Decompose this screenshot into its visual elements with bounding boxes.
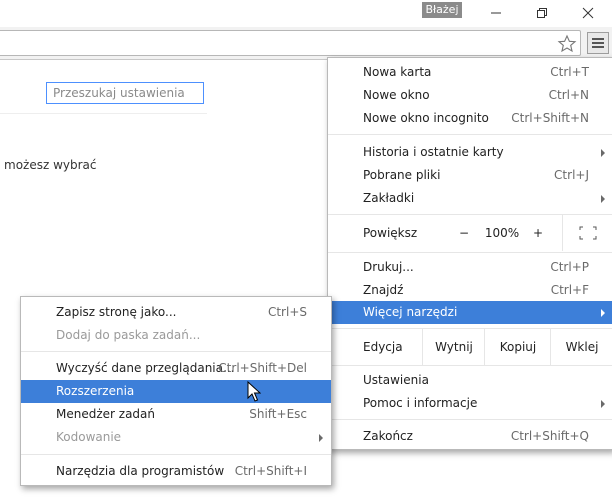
zoom-label: Powiększ bbox=[363, 226, 418, 240]
edit-label: Edycja bbox=[363, 340, 403, 354]
restore-icon bbox=[537, 8, 547, 18]
paste-button[interactable]: Wklej bbox=[550, 329, 612, 365]
chevron-right-icon bbox=[319, 434, 323, 442]
mouse-cursor-icon bbox=[247, 381, 261, 402]
chevron-right-icon bbox=[601, 149, 605, 157]
settings-search-input[interactable] bbox=[46, 82, 204, 104]
fullscreen-button[interactable] bbox=[562, 215, 612, 251]
menu-item-new-window[interactable]: Nowe okno Ctrl+N bbox=[328, 84, 612, 107]
chrome-menu-button[interactable] bbox=[587, 32, 609, 54]
zoom-out-button[interactable]: − bbox=[446, 215, 482, 251]
copy-button[interactable]: Kopiuj bbox=[484, 329, 551, 365]
zoom-level: 100% bbox=[484, 226, 520, 240]
menu-item-find[interactable]: Znajdź Ctrl+F bbox=[328, 279, 612, 302]
menu-separator bbox=[21, 351, 331, 352]
fullscreen-icon bbox=[579, 226, 597, 240]
menu-separator bbox=[328, 365, 612, 366]
cut-button[interactable]: Wytnij bbox=[422, 329, 485, 365]
zoom-in-button[interactable]: + bbox=[520, 215, 556, 251]
bookmark-star-icon[interactable] bbox=[557, 34, 577, 54]
menu-separator bbox=[328, 419, 612, 420]
chrome-main-menu: Nowa karta Ctrl+T Nowe okno Ctrl+N Nowe … bbox=[327, 57, 612, 450]
hamburger-icon bbox=[592, 38, 604, 48]
profile-badge[interactable]: Błażej bbox=[422, 2, 462, 18]
browser-toolbar bbox=[0, 27, 612, 60]
zoom-row: Powiększ − 100% + bbox=[328, 215, 612, 251]
more-tools-submenu: Zapisz stronę jako... Ctrl+S Dodaj do pa… bbox=[20, 296, 332, 486]
menu-item-settings[interactable]: Ustawienia bbox=[328, 369, 612, 392]
submenu-item-save-page[interactable]: Zapisz stronę jako... Ctrl+S bbox=[21, 301, 331, 324]
edit-row: Edycja Wytnij Kopiuj Wklej bbox=[328, 329, 612, 365]
menu-item-exit[interactable]: Zakończ Ctrl+Shift+Q bbox=[328, 425, 612, 448]
submenu-item-extensions[interactable]: Rozszerzenia bbox=[21, 380, 331, 403]
chevron-right-icon bbox=[601, 400, 605, 408]
menu-item-incognito[interactable]: Nowe okno incognito Ctrl+Shift+N bbox=[328, 107, 612, 130]
menu-separator bbox=[328, 134, 612, 135]
menu-item-bookmarks[interactable]: Zakładki bbox=[328, 187, 612, 210]
submenu-item-add-to-taskbar: Dodaj do paska zadań... bbox=[56, 328, 201, 342]
menu-separator bbox=[21, 454, 331, 455]
menu-item-print[interactable]: Drukuj... Ctrl+P bbox=[328, 256, 612, 279]
title-bar: Błażej bbox=[0, 0, 612, 27]
settings-text: możesz wybrać bbox=[4, 158, 97, 172]
submenu-item-task-manager[interactable]: Menedżer zadań Shift+Esc bbox=[21, 403, 331, 426]
close-button[interactable] bbox=[565, 2, 611, 24]
menu-item-new-tab[interactable]: Nowa karta Ctrl+T bbox=[328, 61, 612, 84]
menu-item-help[interactable]: Pomoc i informacje bbox=[328, 392, 612, 415]
menu-item-more-tools[interactable]: Więcej narzędzi bbox=[328, 301, 612, 324]
minimize-button[interactable] bbox=[473, 2, 519, 24]
chevron-right-icon bbox=[601, 195, 605, 203]
chevron-right-icon bbox=[601, 309, 605, 317]
menu-item-history[interactable]: Historia i ostatnie karty bbox=[328, 141, 612, 164]
menu-separator bbox=[328, 252, 612, 253]
divider bbox=[0, 113, 207, 114]
submenu-item-encoding: Kodowanie bbox=[21, 426, 331, 449]
submenu-item-clear-data[interactable]: Wyczyść dane przeglądania... Ctrl+Shift+… bbox=[21, 357, 331, 380]
submenu-item-dev-tools[interactable]: Narzędzia dla programistów Ctrl+Shift+I bbox=[21, 460, 331, 483]
address-bar[interactable] bbox=[0, 30, 581, 56]
menu-item-downloads[interactable]: Pobrane pliki Ctrl+J bbox=[328, 164, 612, 187]
close-icon bbox=[582, 7, 594, 19]
minimize-icon bbox=[491, 12, 501, 14]
restore-button[interactable] bbox=[519, 2, 565, 24]
